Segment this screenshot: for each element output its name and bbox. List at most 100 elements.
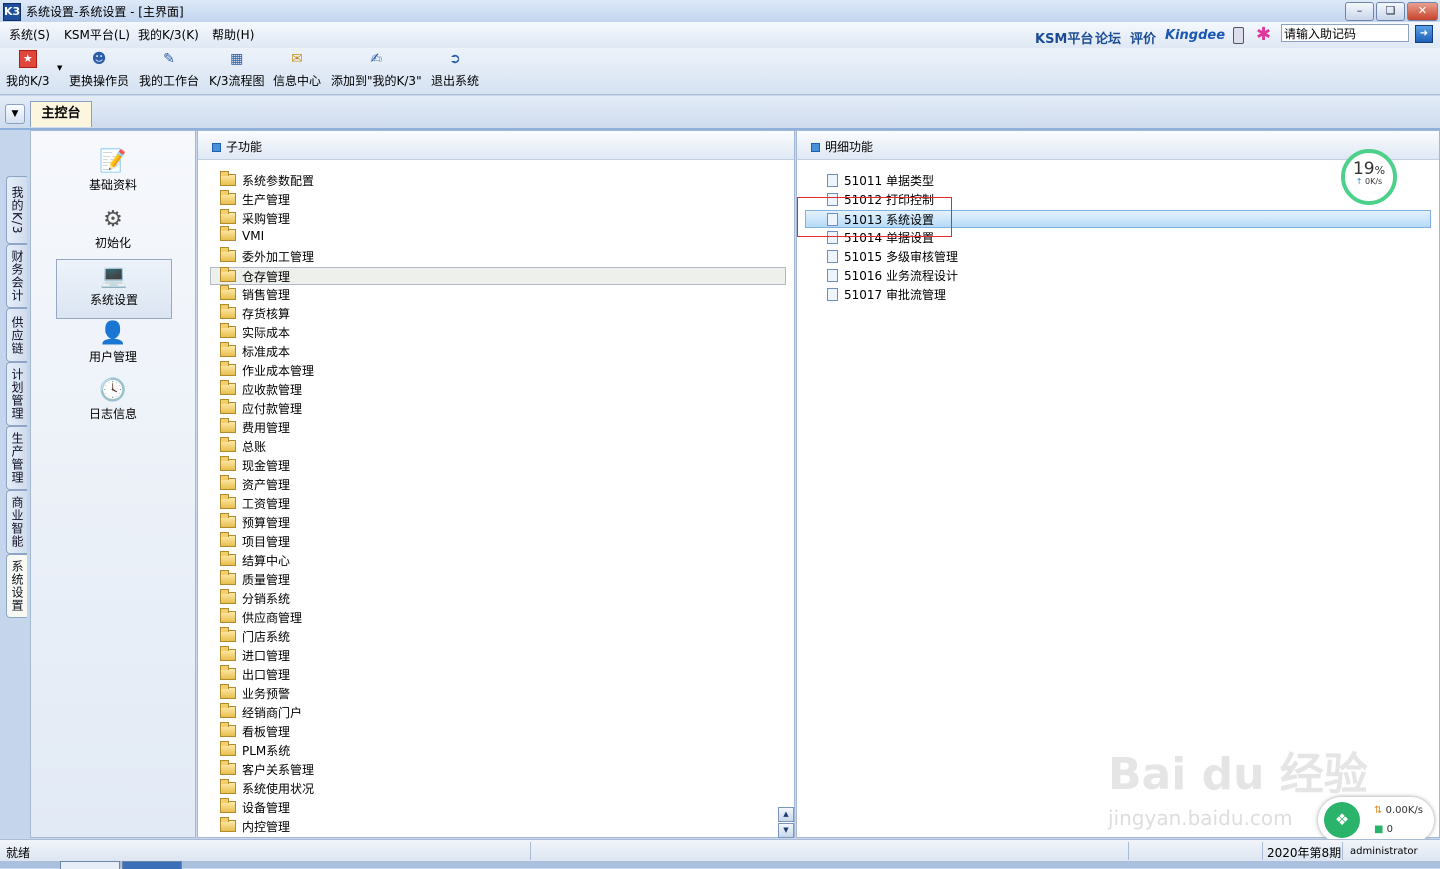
- nav-user-management[interactable]: 👤 用户管理: [56, 317, 170, 375]
- subfunction-item[interactable]: 供应商管理: [220, 608, 302, 627]
- message-icon: ✉: [291, 51, 303, 67]
- document-icon: [827, 174, 838, 187]
- my-workbench-button[interactable]: ✎ 我的工作台: [139, 50, 199, 89]
- menu-my-k3[interactable]: 我的K/3(K): [138, 26, 199, 43]
- subfunction-item[interactable]: 采购管理: [220, 209, 290, 228]
- subfunction-panel: 子功能 系统参数配置 生产管理 采购管理 VMI 委外加工管理 仓存管理 销售管理 存货核算实…: [197, 130, 795, 838]
- vtab-supply-chain[interactable]: 供应链: [6, 308, 27, 362]
- nav-basic-data[interactable]: 📝 基础资料: [56, 145, 170, 203]
- add-to-my-k3-button[interactable]: ✍ 添加到"我的K/3": [331, 50, 422, 89]
- detail-function-item[interactable]: 51011 单据类型: [827, 172, 934, 190]
- menu-ksm[interactable]: KSM平台(L): [64, 26, 130, 43]
- vtab-my-k3[interactable]: 我的K/3: [6, 176, 27, 244]
- subfunction-item[interactable]: 总账: [220, 437, 266, 456]
- left-nav-panel: 📝 基础资料 ⚙ 初始化 💻 系统设置 👤 用户管理 🕓 日志信息: [30, 130, 196, 838]
- subfunction-item[interactable]: 仓存管理: [210, 267, 786, 285]
- review-link[interactable]: 评价: [1130, 28, 1156, 47]
- detail-function-item[interactable]: 51017 审批流管理: [827, 286, 946, 304]
- nav-initialize[interactable]: ⚙ 初始化: [56, 203, 170, 261]
- subfunction-item[interactable]: 生产管理: [220, 190, 290, 209]
- folder-icon: [220, 703, 236, 718]
- subfunction-item[interactable]: 客户关系管理: [220, 760, 314, 779]
- computer-settings-icon: 💻: [100, 264, 128, 289]
- subfunction-item[interactable]: 内控管理: [220, 817, 290, 836]
- folder-icon: [220, 361, 236, 376]
- document-pen-icon: 📝: [99, 149, 127, 174]
- menu-system[interactable]: 系统(S): [9, 26, 50, 43]
- close-button[interactable]: ✕: [1407, 2, 1438, 21]
- my-k3-dropdown-icon[interactable]: ▼: [57, 64, 62, 72]
- restore-button[interactable]: ❏: [1376, 2, 1405, 21]
- subfunction-item[interactable]: 现金管理: [220, 456, 290, 475]
- subfunction-item[interactable]: 应收款管理: [220, 380, 302, 399]
- subfunction-item[interactable]: VMI: [220, 226, 264, 247]
- tab-main-console[interactable]: 主控台: [30, 101, 92, 127]
- scroll-down-button[interactable]: ▼: [778, 823, 794, 838]
- vtab-planning[interactable]: 计划管理: [6, 362, 27, 426]
- subfunction-item[interactable]: 分销系统: [220, 589, 290, 608]
- folder-icon: [220, 247, 236, 262]
- subfunction-item[interactable]: 委外加工管理: [220, 247, 314, 266]
- k3-flowchart-button[interactable]: ▦ K/3流程图: [209, 50, 265, 89]
- subfunction-item[interactable]: 标准成本: [220, 342, 290, 361]
- subfunction-item[interactable]: 出口管理: [220, 665, 290, 684]
- subfunction-item[interactable]: 资产管理: [220, 475, 290, 494]
- subfunction-item[interactable]: 实际成本: [220, 323, 290, 342]
- vtab-finance[interactable]: 财务会计: [6, 244, 27, 308]
- assist-code-input[interactable]: [1281, 24, 1409, 42]
- forum-link[interactable]: 论坛: [1095, 28, 1121, 47]
- flowchart-icon: ▦: [230, 51, 244, 67]
- window-title: 系统设置-系统设置 - [主界面]: [26, 5, 184, 19]
- ksm-platform-link[interactable]: KSM平台: [1035, 28, 1093, 47]
- change-operator-button[interactable]: ☻ 更换操作员: [69, 50, 129, 89]
- menu-help[interactable]: 帮助(H): [212, 26, 254, 43]
- go-arrow-button[interactable]: ➜: [1415, 25, 1433, 43]
- subfunction-item[interactable]: 进口管理: [220, 646, 290, 665]
- info-center-button[interactable]: ✉ 信息中心: [273, 50, 321, 89]
- detail-function-item[interactable]: 51016 业务流程设计: [827, 267, 958, 285]
- subfunction-item[interactable]: 存货核算: [220, 304, 290, 323]
- subfunction-item[interactable]: 系统参数配置: [220, 171, 314, 190]
- scroll-up-button[interactable]: ▲: [778, 807, 794, 822]
- subfunction-item[interactable]: PLM系统: [220, 741, 290, 760]
- subfunction-item[interactable]: 应付款管理: [220, 399, 302, 418]
- vtab-system-settings[interactable]: 系统设置: [6, 554, 27, 618]
- subfunction-item[interactable]: 业务预警: [220, 684, 290, 703]
- mobile-icon[interactable]: [1233, 27, 1244, 44]
- subfunction-item[interactable]: 项目管理: [220, 532, 290, 551]
- subfunction-item[interactable]: 费用管理: [220, 418, 290, 437]
- minimize-button[interactable]: –: [1345, 2, 1374, 21]
- folder-icon: [220, 798, 236, 813]
- subfunction-item[interactable]: 作业成本管理: [220, 361, 314, 380]
- subfunction-item[interactable]: 看板管理: [220, 722, 290, 741]
- nav-log-info[interactable]: 🕓 日志信息: [56, 374, 170, 432]
- speed-monitor-widget[interactable]: 19% ↑ 0K/s: [1341, 149, 1397, 205]
- tab-dropdown-icon[interactable]: ▼: [5, 104, 25, 124]
- nav-system-settings[interactable]: 💻 系统设置: [56, 259, 172, 319]
- subfunction-item[interactable]: 预算管理: [220, 513, 290, 532]
- subfunction-item[interactable]: 经销商门户: [220, 703, 302, 722]
- folder-icon: [220, 760, 236, 775]
- subfunction-item[interactable]: 门店系统: [220, 627, 290, 646]
- subfunction-item[interactable]: 系统使用状况: [220, 779, 314, 798]
- folder-icon: [220, 627, 236, 642]
- subfunction-item[interactable]: 销售管理: [220, 285, 290, 304]
- status-bar: 就绪 2020年第8期 administrator: [0, 839, 1440, 862]
- subfunction-item[interactable]: 结算中心: [220, 551, 290, 570]
- folder-icon: [220, 779, 236, 794]
- vtab-production[interactable]: 生产管理: [6, 426, 27, 490]
- my-k3-button[interactable]: ★ 我的K/3: [6, 50, 50, 89]
- detail-function-item[interactable]: 51015 多级审核管理: [827, 248, 958, 266]
- exit-icon: ➲: [449, 51, 461, 67]
- vtab-business-intelligence[interactable]: 商业智能: [6, 490, 27, 554]
- network-widget[interactable]: ❖ ⇅ 0.00K/s ■ 0: [1318, 797, 1434, 843]
- star-pinwheel-icon[interactable]: ✱: [1256, 24, 1271, 45]
- folder-icon: [220, 285, 236, 300]
- exit-system-button[interactable]: ➲ 退出系统: [431, 50, 479, 89]
- subfunction-item[interactable]: 设备管理: [220, 798, 290, 817]
- subfunction-item[interactable]: 质量管理: [220, 570, 290, 589]
- module-tabs: 我的K/3 财务会计 供应链 计划管理 生产管理 商业智能 系统设置: [0, 130, 30, 838]
- subfunction-item[interactable]: 工资管理: [220, 494, 290, 513]
- document-icon: [827, 269, 838, 282]
- folder-icon: [220, 226, 236, 241]
